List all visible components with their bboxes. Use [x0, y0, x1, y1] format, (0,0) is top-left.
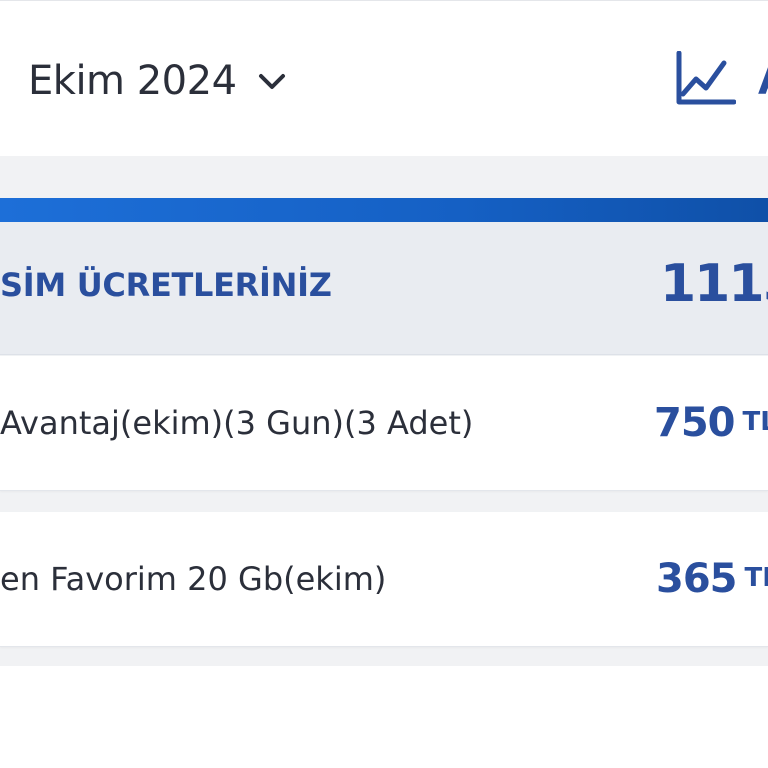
item-currency: TL — [744, 563, 768, 593]
accent-bar — [0, 198, 768, 222]
summary-row: SİM ÜCRETLERİNİZ 1115T — [0, 222, 768, 355]
summary-amount: 1115T — [660, 254, 768, 314]
period-label: Ekim 2024 — [28, 58, 237, 104]
item-amount-value: 365 — [656, 556, 737, 602]
item-amount: 750TL — [654, 400, 768, 446]
bottom-area — [0, 666, 768, 768]
summary-title: SİM ÜCRETLERİNİZ — [0, 266, 332, 304]
chart-view-button[interactable]: A — [674, 50, 768, 111]
period-selector[interactable]: Ekim 2024 — [28, 53, 289, 109]
item-currency: TL — [742, 407, 768, 437]
item-amount-value: 750 — [654, 400, 735, 446]
line-chart-icon — [674, 50, 737, 111]
item-amount: 365TL — [656, 556, 768, 602]
list-item[interactable]: en Favorim 20 Gb(ekim) 365TL — [0, 512, 768, 647]
summary-amount-value: 1115 — [660, 254, 768, 314]
header: Ekim 2024 A — [0, 0, 768, 157]
chevron-down-icon — [255, 64, 289, 98]
item-name: Avantaj(ekim)(3 Gun)(3 Adet) — [0, 404, 474, 442]
chart-view-label: A — [758, 58, 768, 104]
list-item[interactable]: Avantaj(ekim)(3 Gun)(3 Adet) 750TL — [0, 356, 768, 491]
item-name: en Favorim 20 Gb(ekim) — [0, 560, 387, 598]
billing-screen: Ekim 2024 A SİM ÜCRETLERİNİZ 1115T — [0, 0, 768, 768]
